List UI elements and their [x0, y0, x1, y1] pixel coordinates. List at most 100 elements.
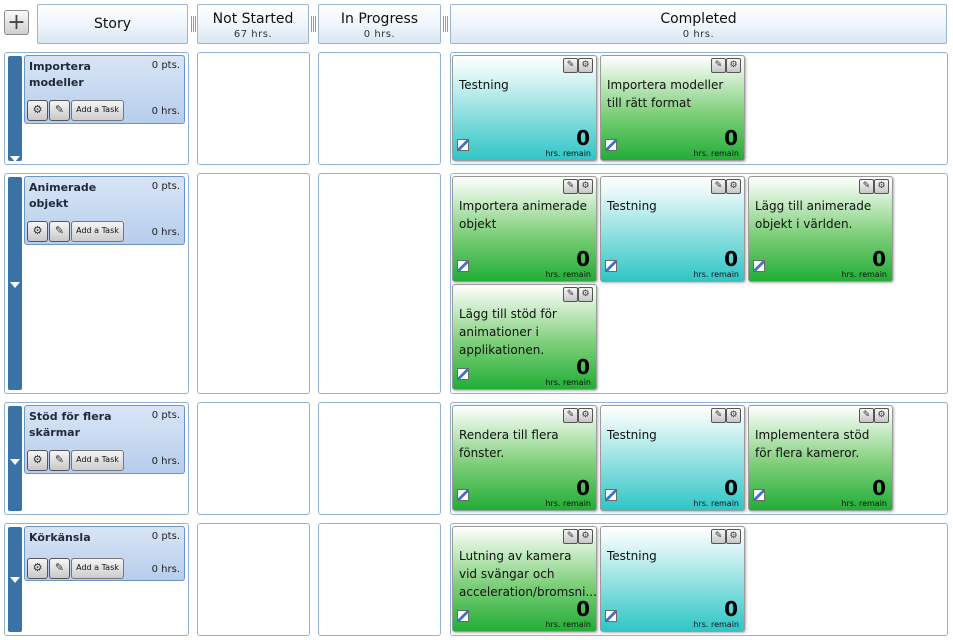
collapse-triangle-icon[interactable]	[10, 459, 20, 465]
settings-icon[interactable]: ⚙	[578, 287, 593, 302]
task-card[interactable]: ✎ ⚙ Importera modeller till rätt format 0 hr…	[600, 55, 745, 161]
add-task-button[interactable]: Add a Task	[71, 450, 124, 471]
collapse-triangle-icon[interactable]	[10, 156, 20, 162]
settings-icon[interactable]: ⚙	[874, 408, 889, 423]
add-task-button[interactable]: Add a Task	[71, 558, 124, 579]
edit-pencil-icon[interactable]: ✎	[711, 408, 726, 423]
task-card[interactable]: ✎ ⚙ Implementera stöd för flera kameror. 0 h…	[748, 405, 893, 511]
task-remaining-hours: 0	[576, 476, 590, 500]
settings-icon[interactable]: ⚙	[578, 179, 593, 194]
column-header-story: Story	[37, 4, 188, 44]
story-title: Stöd för flera skärmar	[29, 410, 112, 439]
resize-handle-icon[interactable]	[311, 16, 316, 32]
collapse-bar[interactable]	[8, 177, 22, 390]
story-cell: Stöd för flera skärmar 0 pts. 0 hrs. ⚙ ✎ Add …	[4, 402, 189, 515]
task-type-icon	[457, 139, 469, 151]
settings-icon[interactable]: ⚙	[27, 221, 48, 242]
edit-pencil-icon[interactable]: ✎	[563, 529, 578, 544]
task-card[interactable]: ✎ ⚙ Testning 0 hrs. remain	[600, 526, 745, 632]
task-remaining-hours: 0	[724, 247, 738, 271]
resize-handle-icon[interactable]	[443, 16, 448, 32]
task-card[interactable]: ✎ ⚙ Lägg till animerade objekt i världen. 0…	[748, 176, 893, 282]
story-cell: Importera modeller 0 pts. 0 hrs. ⚙ ✎ Add a Ta…	[4, 52, 189, 165]
add-story-button[interactable]: +	[4, 10, 29, 35]
edit-pencil-icon[interactable]: ✎	[563, 408, 578, 423]
task-card[interactable]: ✎ ⚙ Importera animerade objekt 0 hrs. remain	[452, 176, 597, 282]
task-remaining-hours: 0	[576, 355, 590, 379]
add-task-button[interactable]: Add a Task	[71, 221, 124, 242]
column-header-in-progress: In Progress 0 hrs.	[318, 4, 441, 44]
edit-pencil-icon[interactable]: ✎	[563, 58, 578, 73]
story-card[interactable]: Animerade objekt 0 pts. 0 hrs. ⚙ ✎ Add a Task	[24, 176, 185, 245]
in-progress-cell	[318, 173, 441, 394]
edit-pencil-icon[interactable]: ✎	[711, 58, 726, 73]
edit-pencil-icon[interactable]: ✎	[49, 558, 70, 579]
add-task-button[interactable]: Add a Task	[71, 100, 124, 121]
column-title: In Progress	[340, 11, 419, 27]
edit-pencil-icon[interactable]: ✎	[859, 408, 874, 423]
task-remaining-label: hrs. remain	[545, 270, 591, 279]
task-card[interactable]: ✎ ⚙ Testning 0 hrs. remain	[600, 176, 745, 282]
story-points: 0 pts.	[151, 410, 180, 421]
collapse-bar[interactable]	[8, 406, 22, 511]
task-remaining-label: hrs. remain	[545, 149, 591, 158]
edit-pencil-icon[interactable]: ✎	[711, 529, 726, 544]
task-remaining-label: hrs. remain	[693, 499, 739, 508]
column-title: Not Started	[212, 11, 294, 27]
story-title: Körkänsla	[29, 531, 91, 544]
task-remaining-hours: 0	[872, 247, 886, 271]
column-header-not-started: Not Started 67 hrs.	[197, 4, 309, 44]
settings-icon[interactable]: ⚙	[726, 58, 741, 73]
task-type-icon	[457, 368, 469, 380]
settings-icon[interactable]: ⚙	[874, 179, 889, 194]
task-card[interactable]: ✎ ⚙ Testning 0 hrs. remain	[452, 55, 597, 161]
task-remaining-hours: 0	[724, 126, 738, 150]
column-title: Completed	[660, 11, 737, 27]
task-card[interactable]: ✎ ⚙ Lutning av kamera vid svängar och acce…	[452, 526, 597, 632]
task-card[interactable]: ✎ ⚙ Rendera till flera fönster. 0 hrs. remai…	[452, 405, 597, 511]
edit-pencil-icon[interactable]: ✎	[49, 450, 70, 471]
task-type-icon	[753, 489, 765, 501]
settings-icon[interactable]: ⚙	[27, 558, 48, 579]
task-remaining-hours: 0	[872, 476, 886, 500]
settings-icon[interactable]: ⚙	[578, 408, 593, 423]
collapse-triangle-icon[interactable]	[10, 282, 20, 288]
task-remaining-label: hrs. remain	[545, 499, 591, 508]
settings-icon[interactable]: ⚙	[726, 529, 741, 544]
task-name: Lutning av kamera vid svängar och accele…	[459, 549, 597, 599]
not-started-cell	[197, 52, 310, 165]
task-name: Lägg till animerade objekt i världen.	[755, 199, 872, 231]
story-card[interactable]: Stöd för flera skärmar 0 pts. 0 hrs. ⚙ ✎ Add …	[24, 405, 185, 474]
column-hours: 0 hrs.	[363, 29, 396, 40]
settings-icon[interactable]: ⚙	[578, 529, 593, 544]
story-points: 0 pts.	[151, 181, 180, 192]
column-title: Story	[94, 16, 131, 32]
collapse-bar[interactable]	[8, 527, 22, 632]
settings-icon[interactable]: ⚙	[578, 58, 593, 73]
task-card[interactable]: ✎ ⚙ Testning 0 hrs. remain	[600, 405, 745, 511]
edit-pencil-icon[interactable]: ✎	[859, 179, 874, 194]
settings-icon[interactable]: ⚙	[27, 450, 48, 471]
edit-pencil-icon[interactable]: ✎	[49, 221, 70, 242]
collapse-bar[interactable]	[8, 56, 22, 162]
story-card[interactable]: Importera modeller 0 pts. 0 hrs. ⚙ ✎ Add a Ta…	[24, 55, 185, 124]
task-type-icon	[605, 489, 617, 501]
settings-icon[interactable]: ⚙	[27, 100, 48, 121]
settings-icon[interactable]: ⚙	[726, 179, 741, 194]
resize-handle-icon[interactable]	[191, 16, 196, 32]
task-type-icon	[457, 610, 469, 622]
column-hours: 67 hrs.	[233, 29, 273, 40]
edit-pencil-icon[interactable]: ✎	[711, 179, 726, 194]
story-card[interactable]: Körkänsla 0 pts. 0 hrs. ⚙ ✎ Add a Task	[24, 526, 185, 581]
task-card[interactable]: ✎ ⚙ Lägg till stöd för animationer i appli…	[452, 284, 597, 390]
task-name: Testning	[607, 428, 657, 442]
collapse-triangle-icon[interactable]	[10, 577, 20, 583]
edit-pencil-icon[interactable]: ✎	[563, 287, 578, 302]
task-remaining-label: hrs. remain	[545, 620, 591, 629]
edit-pencil-icon[interactable]: ✎	[563, 179, 578, 194]
task-name: Testning	[607, 199, 657, 213]
task-type-icon	[605, 139, 617, 151]
settings-icon[interactable]: ⚙	[726, 408, 741, 423]
edit-pencil-icon[interactable]: ✎	[49, 100, 70, 121]
column-hours: 0 hrs.	[682, 29, 715, 40]
